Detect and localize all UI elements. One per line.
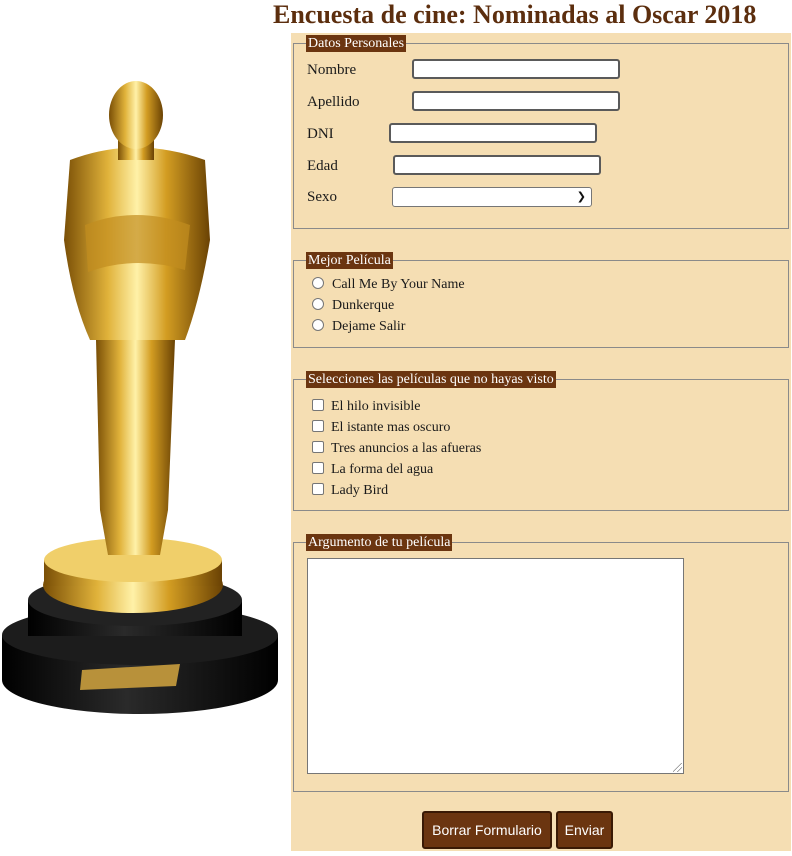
- not-seen-option-5: Lady Bird: [331, 483, 389, 498]
- not-seen-checkbox-1[interactable]: [312, 399, 324, 411]
- not-seen-option-4: La forma del agua: [331, 462, 434, 477]
- survey-form: Datos Personales Nombre Apellido DNI Eda…: [291, 33, 791, 851]
- apellido-label: Apellido: [307, 94, 360, 110]
- dni-label: DNI: [307, 126, 334, 142]
- best-movie-radio-1[interactable]: [312, 277, 324, 289]
- sexo-select[interactable]: ❯: [392, 187, 592, 207]
- chevron-down-icon: ❯: [576, 190, 586, 203]
- edad-input[interactable]: [393, 155, 601, 175]
- best-movie-legend: Mejor Película: [306, 252, 393, 269]
- not-seen-option-1: El hilo invisible: [331, 399, 421, 414]
- not-seen-checkbox-2[interactable]: [312, 420, 324, 432]
- page-title: Encuesta de cine: Nominadas al Oscar 201…: [273, 0, 757, 29]
- best-movie-option-2: Dunkerque: [332, 298, 395, 313]
- edad-label: Edad: [307, 158, 338, 174]
- best-movie-option-1: Call Me By Your Name: [332, 277, 465, 292]
- best-movie-option-3: Dejame Salir: [332, 319, 406, 334]
- not-seen-option-2: El istante mas oscuro: [331, 420, 451, 435]
- plot-legend: Argumento de tu película: [306, 534, 453, 551]
- dni-input[interactable]: [389, 123, 597, 143]
- best-movie-radio-3[interactable]: [312, 319, 324, 331]
- nombre-input[interactable]: [412, 59, 620, 79]
- plot-textarea[interactable]: [307, 558, 684, 774]
- not-seen-option-3: Tres anuncios a las afueras: [331, 441, 482, 456]
- resize-handle-icon[interactable]: [673, 763, 682, 772]
- apellido-input[interactable]: [412, 91, 620, 111]
- reset-button[interactable]: Borrar Formulario: [422, 811, 552, 849]
- not-seen-checkbox-3[interactable]: [312, 441, 324, 453]
- not-seen-checkbox-5[interactable]: [312, 483, 324, 495]
- personal-data-legend: Datos Personales: [306, 35, 407, 52]
- best-movie-radio-2[interactable]: [312, 298, 324, 310]
- oscar-statuette-image: [2, 81, 278, 714]
- not-seen-legend: Selecciones las películas que no hayas v…: [306, 371, 556, 388]
- submit-button[interactable]: Enviar: [556, 811, 613, 849]
- nombre-label: Nombre: [307, 62, 357, 78]
- sexo-label: Sexo: [307, 189, 337, 205]
- not-seen-checkbox-4[interactable]: [312, 462, 324, 474]
